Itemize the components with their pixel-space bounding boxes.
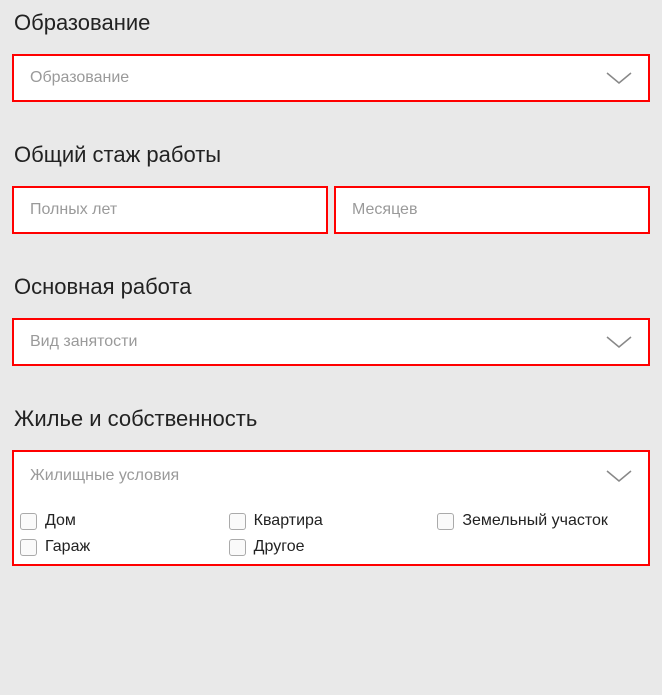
checkbox-label: Дом: [45, 512, 76, 530]
checkbox-other[interactable]: Другое: [229, 538, 434, 556]
section-education: Образование Образование: [0, 0, 662, 132]
checkbox-box-icon: [437, 513, 454, 530]
housing-placeholder: Жилищные условия: [30, 467, 606, 485]
main-job-title: Основная работа: [14, 274, 650, 300]
experience-title: Общий стаж работы: [14, 142, 650, 168]
education-title: Образование: [14, 10, 650, 36]
checkbox-box-icon: [229, 539, 246, 556]
housing-select[interactable]: Жилищные условия: [14, 452, 648, 500]
checkbox-box-icon: [20, 513, 37, 530]
months-input-wrap: [334, 186, 650, 234]
checkbox-box-icon: [229, 513, 246, 530]
experience-inputs: [12, 186, 650, 234]
checkbox-garage[interactable]: Гараж: [20, 538, 225, 556]
checkbox-label: Другое: [254, 538, 305, 556]
housing-box: Жилищные условия Дом Квартира Земельный …: [12, 450, 650, 566]
chevron-down-icon: [606, 71, 632, 85]
chevron-down-icon: [606, 335, 632, 349]
education-placeholder: Образование: [30, 69, 606, 87]
checkbox-land[interactable]: Земельный участок: [437, 512, 642, 530]
years-input[interactable]: [14, 188, 326, 232]
section-main-job: Основная работа Вид занятости: [0, 264, 662, 396]
checkbox-label: Земельный участок: [462, 512, 608, 530]
section-housing: Жилье и собственность Жилищные условия Д…: [0, 396, 662, 576]
main-job-select[interactable]: Вид занятости: [12, 318, 650, 366]
checkbox-apartment[interactable]: Квартира: [229, 512, 434, 530]
checkbox-label: Квартира: [254, 512, 323, 530]
chevron-down-icon: [606, 469, 632, 483]
months-input[interactable]: [336, 188, 648, 232]
checkbox-house[interactable]: Дом: [20, 512, 225, 530]
checkbox-box-icon: [20, 539, 37, 556]
checkbox-label: Гараж: [45, 538, 90, 556]
section-experience: Общий стаж работы: [0, 132, 662, 264]
education-select[interactable]: Образование: [12, 54, 650, 102]
housing-checkboxes: Дом Квартира Земельный участок Гараж Дру…: [14, 500, 648, 564]
years-input-wrap: [12, 186, 328, 234]
main-job-placeholder: Вид занятости: [30, 333, 606, 351]
housing-title: Жилье и собственность: [14, 406, 650, 432]
